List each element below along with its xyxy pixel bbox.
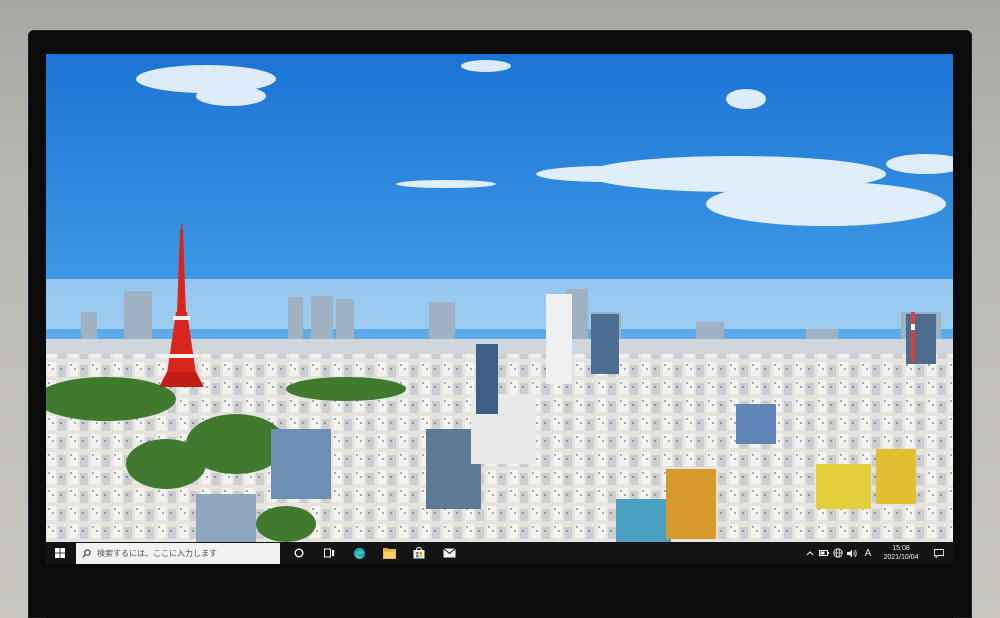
notification-icon bbox=[934, 548, 944, 558]
chevron-up-icon bbox=[806, 551, 814, 556]
start-button[interactable] bbox=[46, 542, 74, 564]
file-explorer-button[interactable] bbox=[374, 542, 404, 564]
mail-button[interactable] bbox=[434, 542, 464, 564]
cortana-button[interactable] bbox=[284, 542, 314, 564]
battery-button[interactable] bbox=[817, 542, 831, 564]
store-icon bbox=[413, 547, 425, 559]
taskbar: 検索するには、ここに入力します A 15:08 2021/10/04 bbox=[46, 542, 953, 564]
globe-icon bbox=[833, 548, 843, 558]
speaker-icon bbox=[846, 549, 857, 557]
store-button[interactable] bbox=[404, 542, 434, 564]
cortana-circle-icon bbox=[294, 548, 304, 558]
clock-date: 2021/10/04 bbox=[883, 554, 919, 561]
network-button[interactable] bbox=[831, 542, 845, 564]
desktop-screen: 検索するには、ここに入力します A 15:08 2021/10/04 bbox=[46, 54, 953, 564]
task-view-icon bbox=[323, 548, 334, 558]
search-placeholder: 検索するには、ここに入力します bbox=[97, 548, 217, 558]
task-view-button[interactable] bbox=[314, 542, 344, 564]
mail-icon bbox=[442, 548, 456, 558]
taskbar-search-box[interactable]: 検索するには、ここに入力します bbox=[76, 542, 280, 564]
ime-mode-indicator[interactable]: A bbox=[859, 542, 877, 564]
edge-button[interactable] bbox=[344, 542, 374, 564]
edge-icon bbox=[353, 547, 365, 559]
file-explorer-icon bbox=[382, 547, 396, 559]
show-hidden-icons-button[interactable] bbox=[803, 542, 817, 564]
windows-logo-icon bbox=[55, 548, 65, 558]
clock-time: 15:08 bbox=[892, 545, 910, 552]
battery-icon bbox=[819, 550, 829, 556]
action-center-button[interactable] bbox=[925, 542, 953, 564]
search-icon bbox=[82, 548, 91, 558]
bezel-bottom bbox=[46, 564, 953, 618]
volume-button[interactable] bbox=[845, 542, 859, 564]
system-tray: A 15:08 2021/10/04 bbox=[803, 542, 953, 564]
desktop-wallpaper bbox=[46, 54, 953, 542]
clock[interactable]: 15:08 2021/10/04 bbox=[877, 544, 925, 562]
